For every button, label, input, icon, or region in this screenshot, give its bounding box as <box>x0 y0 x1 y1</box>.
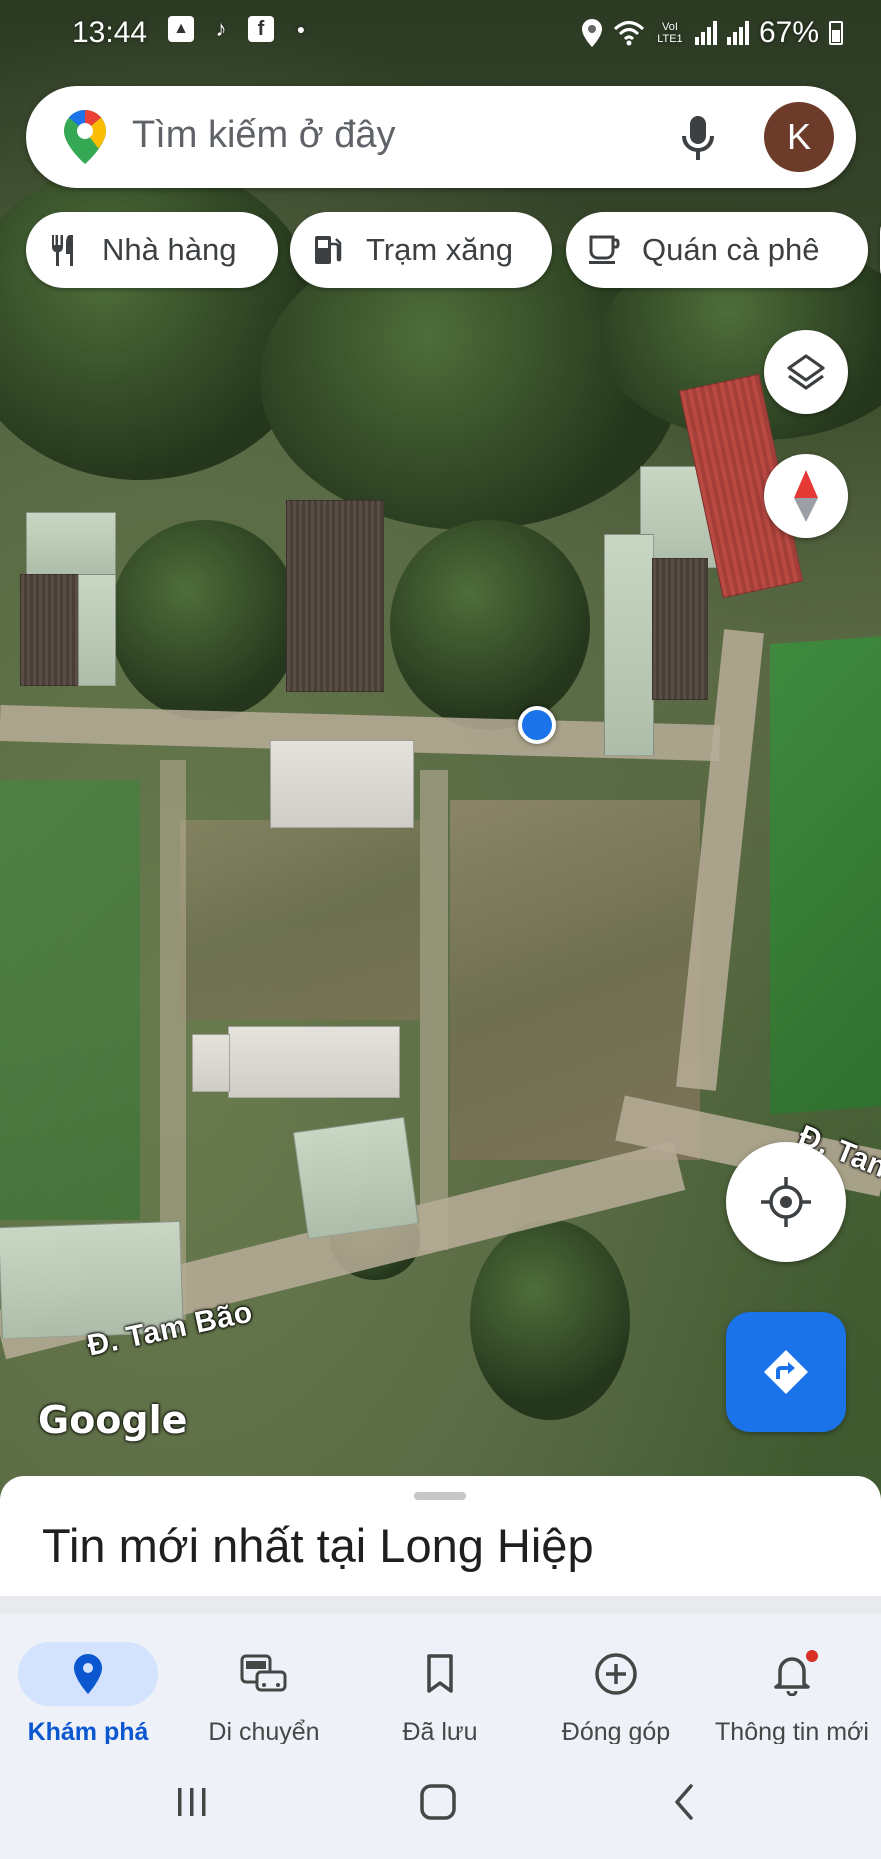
recent-apps-icon <box>178 1788 206 1816</box>
map-building <box>286 500 384 692</box>
signal-icon-2 <box>726 21 749 45</box>
back-icon <box>675 1784 693 1820</box>
map-field <box>180 820 420 1020</box>
google-maps-logo-icon <box>64 110 106 164</box>
battery-icon <box>829 21 843 45</box>
map-field <box>770 635 881 1115</box>
commute-icon <box>240 1654 287 1692</box>
status-time: 13:44 <box>72 16 148 49</box>
directions-icon <box>764 1350 808 1394</box>
back-button[interactable] <box>654 1780 714 1824</box>
chip-coffee[interactable]: Quán cà phê <box>566 212 868 288</box>
explore-pin-icon <box>74 1654 102 1694</box>
map-trees <box>470 1220 630 1420</box>
nav-label: Di chuyển <box>208 1718 320 1746</box>
layers-icon <box>787 354 825 390</box>
current-location-dot <box>518 706 556 744</box>
category-chips: Nhà hàng Trạm xăng Quán cà phê <box>26 212 881 290</box>
nav-label: Thông tin mới <box>715 1718 869 1746</box>
facebook-icon: f <box>248 16 274 42</box>
status-bar: 13:44 ▲ ♪ f ● VoI LTE1 67% <box>0 0 881 70</box>
notification-badge <box>806 1650 818 1662</box>
map-building <box>26 512 116 576</box>
nav-item-updates[interactable]: Thông tin mới <box>704 1628 880 1746</box>
chip-label: Nhà hàng <box>102 232 237 267</box>
add-circle-icon <box>595 1653 637 1695</box>
directions-button[interactable] <box>726 1312 846 1432</box>
nav-item-explore[interactable]: Khám phá <box>0 1628 176 1746</box>
chip-label: Quán cà phê <box>642 232 820 267</box>
battery-percent: 67% <box>758 16 819 49</box>
avatar[interactable]: K <box>764 102 834 172</box>
signal-icon <box>694 21 717 45</box>
compass-icon <box>794 470 818 522</box>
tiktok-icon: ♪ <box>215 16 227 41</box>
map-building <box>78 574 116 686</box>
status-notification-icons: ▲ ♪ f ● <box>168 16 314 42</box>
my-location-button[interactable] <box>726 1142 846 1262</box>
network-type-label: VoI LTE1 <box>657 21 683 45</box>
nav-active-indicator <box>18 1642 158 1706</box>
map-trees <box>0 160 320 480</box>
sheet-divider <box>0 1596 881 1614</box>
map-trees <box>110 520 300 720</box>
system-navigation-bar <box>0 1744 881 1859</box>
map-building <box>293 1116 419 1240</box>
status-system-icons: VoI LTE1 67% <box>581 16 843 50</box>
dot-icon: ● <box>296 21 306 37</box>
sheet-title: Tin mới nhất tại Long Hiệp <box>42 1519 594 1572</box>
search-input[interactable]: Tìm kiếm ở đây <box>132 114 396 157</box>
google-attribution: Google <box>38 1398 188 1442</box>
location-status-icon <box>581 19 602 47</box>
home-icon <box>420 1784 456 1820</box>
restaurant-icon <box>52 235 73 266</box>
nav-label: Khám phá <box>27 1718 149 1746</box>
map-field <box>0 780 140 1220</box>
wifi-icon <box>613 21 644 46</box>
sheet-drag-handle[interactable] <box>414 1492 466 1500</box>
coffee-icon <box>589 235 620 264</box>
bottom-sheet[interactable]: Tin mới nhất tại Long Hiệp <box>0 1476 881 1596</box>
map-building <box>652 558 708 700</box>
search-bar[interactable]: Tìm kiếm ở đây K <box>26 86 856 188</box>
nav-label: Đóng góp <box>561 1718 671 1746</box>
layers-button[interactable] <box>764 330 848 414</box>
map-building <box>604 534 654 756</box>
bottom-navigation: Khám phá Di chuyển Đã lưu Đóng góp Thông… <box>0 1614 881 1746</box>
map-road <box>420 770 448 1250</box>
map-building <box>192 1034 230 1092</box>
map-trees <box>390 520 590 730</box>
nav-item-contribute[interactable]: Đóng góp <box>528 1628 704 1746</box>
gallery-icon: ▲ <box>168 16 194 42</box>
chip-label: Trạm xăng <box>366 232 514 267</box>
my-location-icon <box>761 1177 811 1227</box>
microphone-icon[interactable] <box>676 110 720 166</box>
home-button[interactable] <box>408 1780 468 1824</box>
nav-label: Đã lưu <box>402 1718 478 1746</box>
map-building <box>20 574 80 686</box>
bookmark-icon <box>427 1654 453 1693</box>
chip-restaurants[interactable]: Nhà hàng <box>26 212 278 288</box>
recent-apps-button[interactable] <box>162 1780 222 1824</box>
chip-gas-stations[interactable]: Trạm xăng <box>290 212 552 288</box>
gas-station-icon <box>315 236 342 264</box>
map-building <box>228 1026 400 1098</box>
compass-button[interactable] <box>764 454 848 538</box>
map-building <box>270 740 414 828</box>
nav-item-commute[interactable]: Di chuyển <box>176 1628 352 1746</box>
nav-item-saved[interactable]: Đã lưu <box>352 1628 528 1746</box>
